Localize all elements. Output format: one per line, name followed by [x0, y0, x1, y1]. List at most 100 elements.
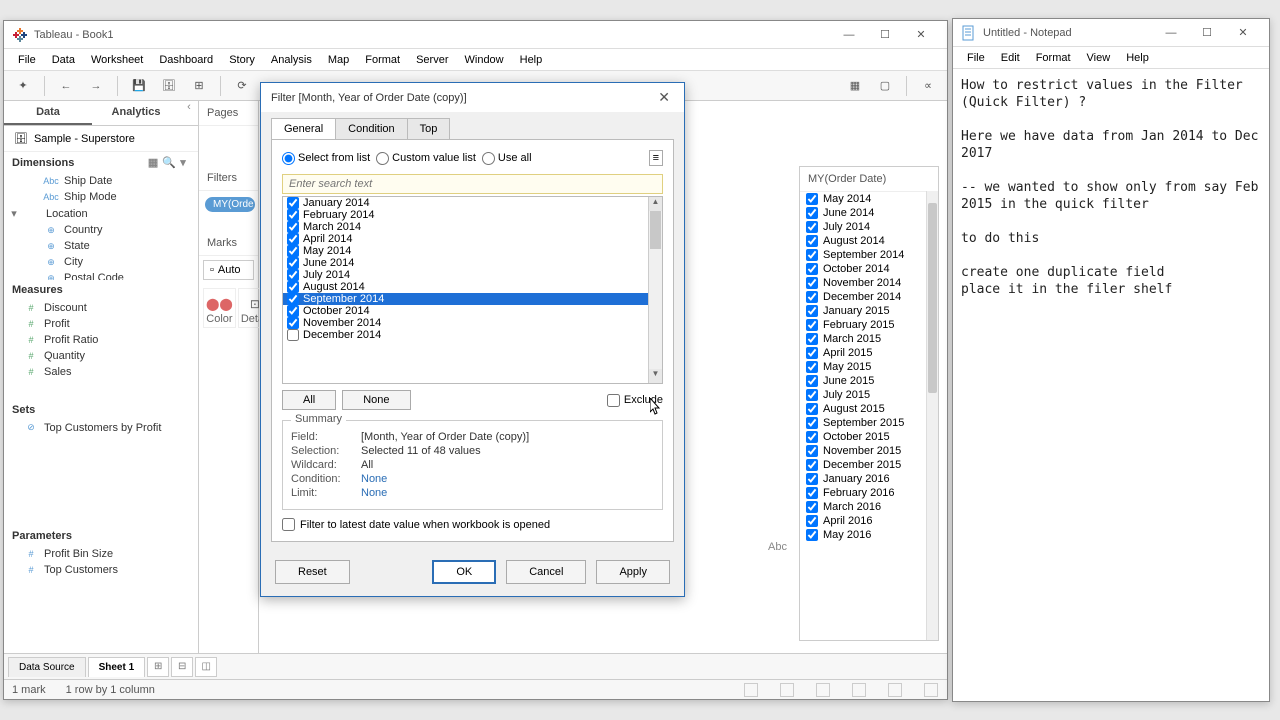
field-discount[interactable]: #Discount [4, 300, 198, 316]
close-button[interactable]: ✕ [903, 24, 939, 46]
np-menu-edit[interactable]: Edit [993, 49, 1028, 67]
showme-button[interactable]: ▦ [842, 74, 868, 98]
menu-window[interactable]: Window [457, 51, 512, 69]
menu-format[interactable]: Format [357, 51, 408, 69]
qf-item[interactable]: September 2015 [800, 416, 938, 430]
qf-item[interactable]: July 2015 [800, 388, 938, 402]
qf-item[interactable]: January 2016 [800, 472, 938, 486]
value-item[interactable]: May 2014 [283, 245, 662, 257]
quickfilter-scrollbar[interactable] [926, 191, 938, 640]
value-item[interactable]: July 2014 [283, 269, 662, 281]
value-item[interactable]: April 2014 [283, 233, 662, 245]
general-tab[interactable]: General [271, 118, 336, 139]
qf-item[interactable]: February 2016 [800, 486, 938, 500]
use-all-radio[interactable]: Use all [482, 152, 532, 165]
values-scrollbar[interactable]: ▲ ▼ [648, 197, 662, 383]
collapse-pane-icon[interactable]: ‹ [180, 101, 198, 125]
notepad-text[interactable]: How to restrict values in the Filter (Qu… [953, 69, 1269, 701]
none-button[interactable]: None [342, 390, 410, 410]
marks-type-select[interactable]: ▫ Auto [203, 260, 254, 280]
value-item[interactable]: January 2014 [283, 197, 662, 209]
menu-file[interactable]: File [10, 51, 44, 69]
qf-item[interactable]: December 2015 [800, 458, 938, 472]
new-worksheet-button[interactable]: ⊞ [186, 74, 212, 98]
field-quantity[interactable]: #Quantity [4, 348, 198, 364]
field-location[interactable]: ▾Location [4, 205, 198, 222]
menu-story[interactable]: Story [221, 51, 263, 69]
qf-item[interactable]: June 2014 [800, 206, 938, 220]
condition-tab[interactable]: Condition [335, 118, 407, 139]
param-top-customers[interactable]: #Top Customers [4, 562, 198, 578]
qf-item[interactable]: November 2014 [800, 276, 938, 290]
field-postal-code[interactable]: ⊕Postal Code [4, 270, 198, 280]
data-tab[interactable]: Data [4, 101, 92, 125]
datasource-row[interactable]: 🗄 Sample - Superstore [4, 126, 198, 152]
qf-item[interactable]: May 2014 [800, 192, 938, 206]
view-icon[interactable]: ▦ [148, 156, 158, 169]
scroll-down-icon[interactable]: ▼ [649, 369, 662, 383]
nav-first-icon[interactable] [744, 683, 758, 697]
qf-item[interactable]: May 2016 [800, 528, 938, 542]
scroll-up-icon[interactable]: ▲ [649, 197, 662, 211]
qf-item[interactable]: May 2015 [800, 360, 938, 374]
qf-item[interactable]: June 2015 [800, 374, 938, 388]
custom-value-list-radio[interactable]: Custom value list [376, 152, 476, 165]
value-item[interactable]: June 2014 [283, 257, 662, 269]
set-top-customers-by-profit[interactable]: ⊘Top Customers by Profit [4, 420, 198, 436]
qf-item[interactable]: August 2014 [800, 234, 938, 248]
qf-item[interactable]: February 2015 [800, 318, 938, 332]
np-close-button[interactable]: ✕ [1225, 22, 1261, 44]
save-button[interactable]: 💾 [126, 74, 152, 98]
field-state[interactable]: ⊕State [4, 238, 198, 254]
np-menu-file[interactable]: File [959, 49, 993, 67]
value-item[interactable]: December 2014 [283, 329, 662, 341]
dialog-close-icon[interactable]: ✕ [654, 89, 674, 106]
np-menu-help[interactable]: Help [1118, 49, 1157, 67]
np-minimize-button[interactable]: — [1153, 22, 1189, 44]
dimensions-menu-icon[interactable]: ▾ [176, 156, 190, 169]
qf-item[interactable]: August 2015 [800, 402, 938, 416]
menu-analysis[interactable]: Analysis [263, 51, 320, 69]
search-input[interactable] [282, 174, 663, 194]
quickfilter-title[interactable]: MY(Order Date) [800, 167, 938, 192]
field-ship-mode[interactable]: AbcShip Mode [4, 189, 198, 205]
qf-item[interactable]: November 2015 [800, 444, 938, 458]
top-tab[interactable]: Top [407, 118, 451, 139]
np-menu-format[interactable]: Format [1028, 49, 1079, 67]
menu-help[interactable]: Help [512, 51, 551, 69]
forward-button[interactable]: → [83, 74, 109, 98]
sheet1-tab[interactable]: Sheet 1 [88, 657, 146, 677]
qf-item[interactable]: March 2015 [800, 332, 938, 346]
list-options-icon[interactable]: ≡ [649, 150, 663, 166]
filter-latest-checkbox[interactable]: Filter to latest date value when workboo… [282, 518, 663, 531]
qf-item[interactable]: March 2016 [800, 500, 938, 514]
value-item[interactable]: February 2014 [283, 209, 662, 221]
new-datasource-button[interactable]: 🗄 [156, 74, 182, 98]
color-mark[interactable]: ⬤⬤Color [203, 288, 236, 328]
qf-item[interactable]: December 2014 [800, 290, 938, 304]
np-maximize-button[interactable]: ☐ [1189, 22, 1225, 44]
menu-worksheet[interactable]: Worksheet [83, 51, 151, 69]
field-sales[interactable]: #Sales [4, 364, 198, 380]
exclude-checkbox[interactable]: Exclude [607, 394, 663, 407]
value-item[interactable]: September 2014 [283, 293, 662, 305]
value-item[interactable]: October 2014 [283, 305, 662, 317]
field-country[interactable]: ⊕Country [4, 222, 198, 238]
qf-item[interactable]: July 2014 [800, 220, 938, 234]
share-button[interactable]: ∝ [915, 74, 941, 98]
field-city[interactable]: ⊕City [4, 254, 198, 270]
np-menu-view[interactable]: View [1079, 49, 1119, 67]
qf-item[interactable]: October 2014 [800, 262, 938, 276]
present-button[interactable]: ▢ [872, 74, 898, 98]
nav-prev-icon[interactable] [780, 683, 794, 697]
qf-item[interactable]: January 2015 [800, 304, 938, 318]
field-profit-ratio[interactable]: #Profit Ratio [4, 332, 198, 348]
qf-item[interactable]: September 2014 [800, 248, 938, 262]
field-ship-date[interactable]: AbcShip Date [4, 173, 198, 189]
param-profit-bin-size[interactable]: #Profit Bin Size [4, 546, 198, 562]
back-button[interactable]: ← [53, 74, 79, 98]
refresh-button[interactable]: ⟳ [229, 74, 255, 98]
field-profit[interactable]: #Profit [4, 316, 198, 332]
menu-server[interactable]: Server [408, 51, 456, 69]
view-grid-icon[interactable] [888, 683, 902, 697]
